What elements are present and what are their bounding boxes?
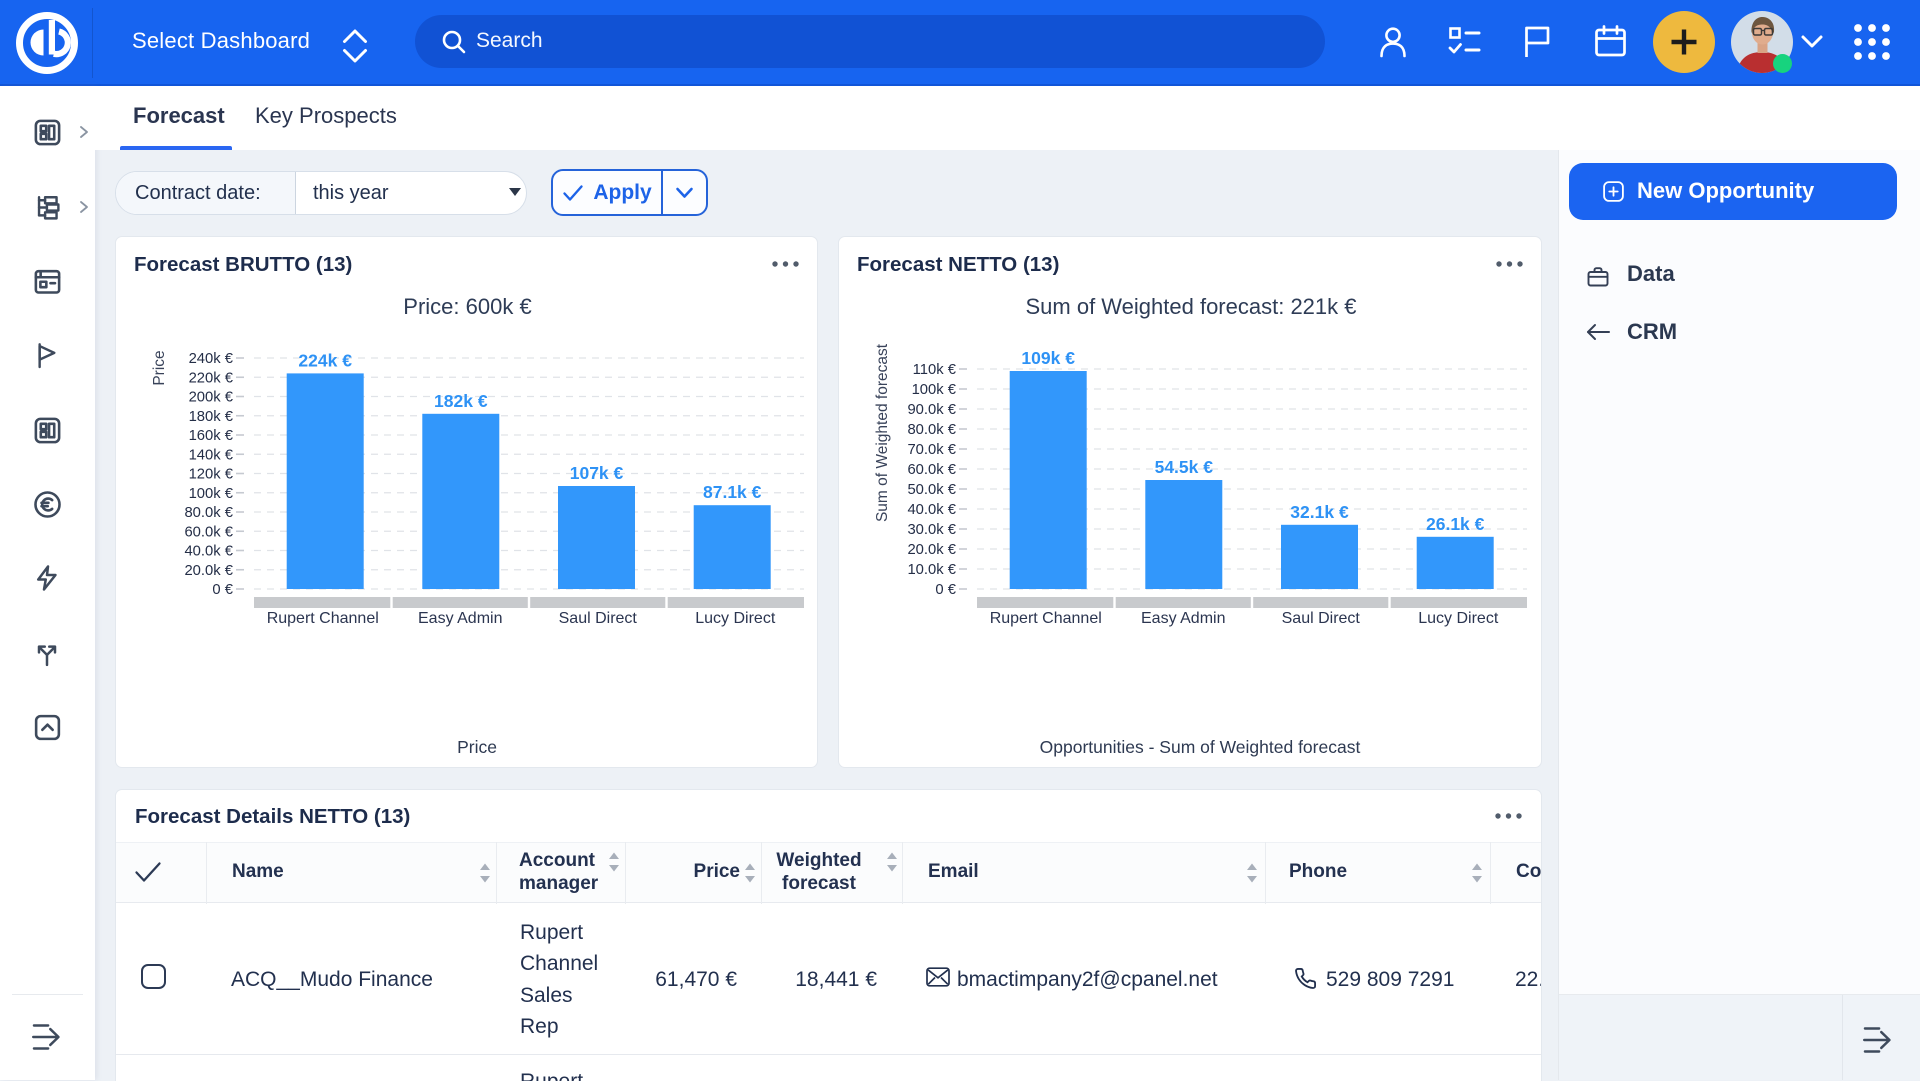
svg-text:224k €: 224k € <box>298 350 352 370</box>
svg-text:50.0k €: 50.0k € <box>907 482 956 498</box>
svg-text:Sum of Weighted forecast: 221k: Sum of Weighted forecast: 221k € <box>1026 294 1357 319</box>
svg-text:Easy Admin: Easy Admin <box>1141 610 1225 627</box>
svg-text:32.1k €: 32.1k € <box>1290 502 1349 522</box>
svg-text:40.0k €: 40.0k € <box>907 502 956 518</box>
svg-text:100k €: 100k € <box>189 486 234 502</box>
svg-text:Rupert Channel: Rupert Channel <box>990 610 1102 627</box>
svg-text:200k €: 200k € <box>189 390 234 406</box>
svg-text:109k €: 109k € <box>1021 348 1075 368</box>
svg-text:Lucy Direct: Lucy Direct <box>1418 610 1499 627</box>
svg-text:Easy Admin: Easy Admin <box>418 610 502 627</box>
svg-text:Lucy Direct: Lucy Direct <box>695 610 776 627</box>
svg-text:Rupert Channel: Rupert Channel <box>267 610 379 627</box>
svg-text:240k €: 240k € <box>189 351 234 367</box>
svg-text:87.1k €: 87.1k € <box>703 482 762 502</box>
svg-text:80.0k €: 80.0k € <box>907 422 956 438</box>
svg-text:60.0k €: 60.0k € <box>907 462 956 478</box>
svg-text:30.0k €: 30.0k € <box>907 522 956 538</box>
svg-text:0 €: 0 € <box>935 582 956 598</box>
svg-text:Saul Direct: Saul Direct <box>559 610 638 627</box>
svg-text:182k €: 182k € <box>434 391 488 411</box>
svg-text:0 €: 0 € <box>212 582 233 598</box>
svg-text:90.0k €: 90.0k € <box>907 402 956 418</box>
svg-text:80.0k €: 80.0k € <box>184 505 233 521</box>
svg-text:100k €: 100k € <box>912 382 957 398</box>
svg-text:107k €: 107k € <box>570 463 624 483</box>
svg-text:180k €: 180k € <box>189 409 234 425</box>
svg-text:20.0k €: 20.0k € <box>907 542 956 558</box>
svg-text:Saul Direct: Saul Direct <box>1282 610 1361 627</box>
svg-text:Price: Price <box>457 737 497 757</box>
svg-text:110k €: 110k € <box>913 362 957 378</box>
svg-text:20.0k €: 20.0k € <box>184 563 233 579</box>
svg-text:60.0k €: 60.0k € <box>184 524 233 540</box>
svg-text:26.1k €: 26.1k € <box>1426 514 1485 534</box>
svg-text:70.0k €: 70.0k € <box>907 442 956 458</box>
svg-text:Price: 600k €: Price: 600k € <box>403 294 531 319</box>
svg-text:54.5k €: 54.5k € <box>1155 457 1214 477</box>
svg-text:Sum of Weighted forecast: Sum of Weighted forecast <box>874 343 891 522</box>
svg-text:Opportunities - Sum of Weighte: Opportunities - Sum of Weighted forecast <box>1040 737 1361 757</box>
svg-text:40.0k €: 40.0k € <box>184 544 233 560</box>
svg-text:220k €: 220k € <box>189 370 234 386</box>
svg-text:160k €: 160k € <box>189 428 234 444</box>
svg-text:Price: Price <box>151 350 168 385</box>
svg-text:10.0k €: 10.0k € <box>907 562 956 578</box>
svg-text:140k €: 140k € <box>189 447 234 463</box>
svg-text:120k €: 120k € <box>189 467 234 483</box>
